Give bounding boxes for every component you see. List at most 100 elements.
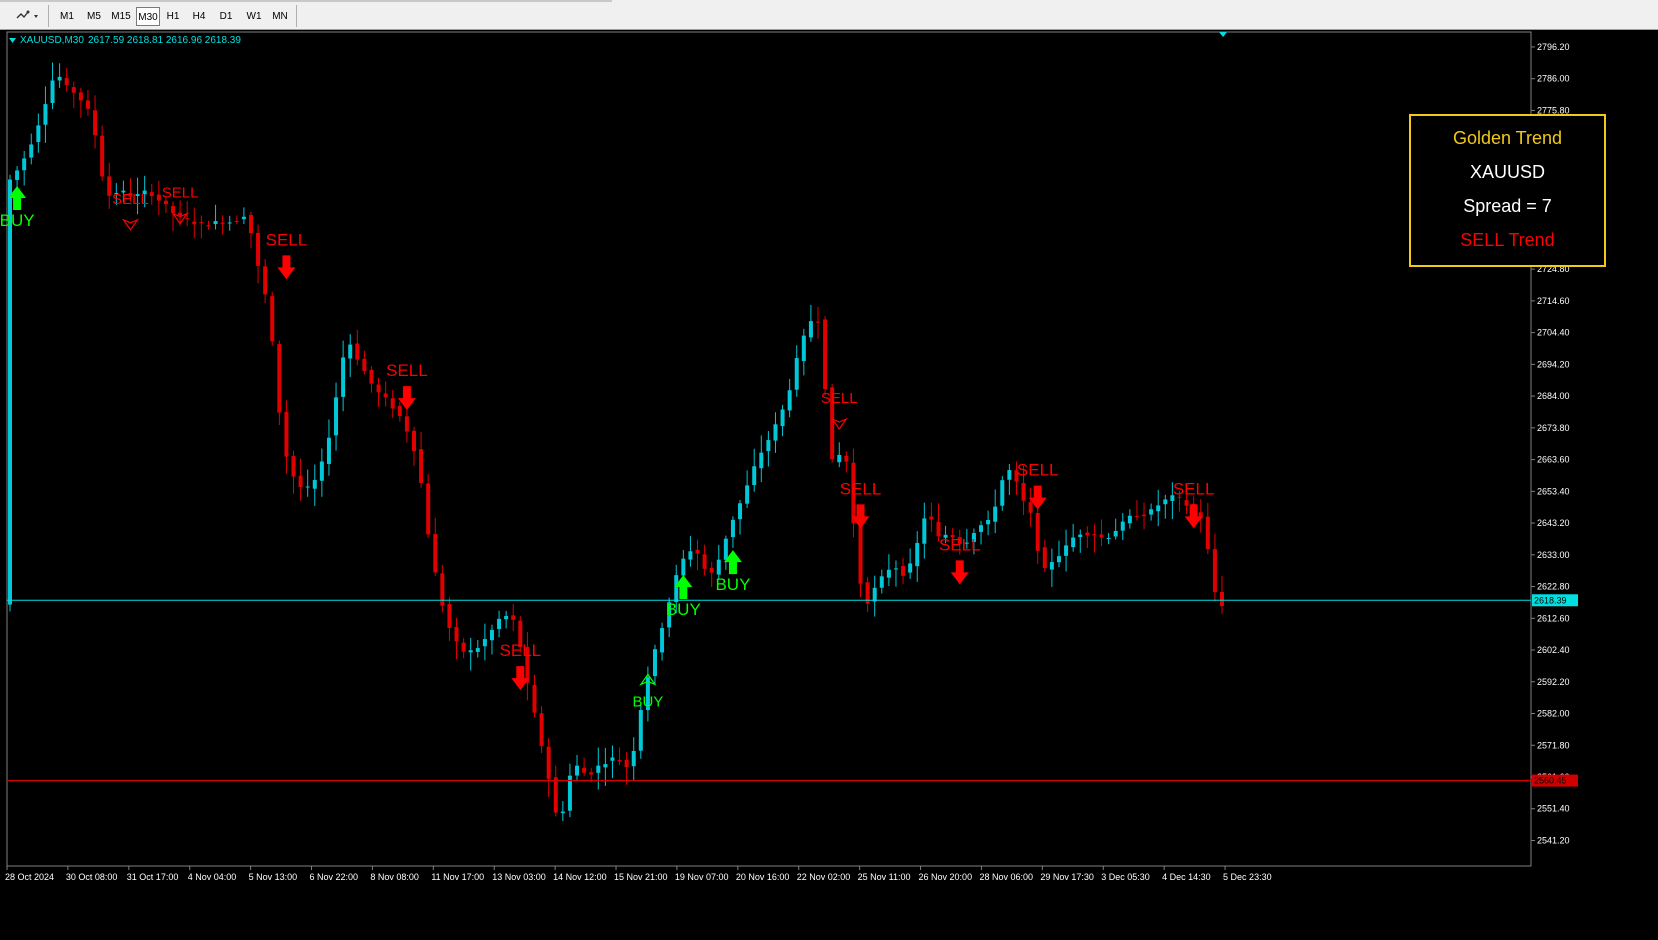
sell-hollow-arrow-icon: [121, 218, 140, 231]
candle-body: [1042, 547, 1047, 569]
candle-body: [85, 100, 90, 109]
x-tick-label: 8 Nov 08:00: [370, 872, 419, 882]
y-tick-label: 2612.60: [1537, 613, 1570, 623]
candle-body: [816, 321, 820, 323]
candle-body: [787, 390, 792, 411]
candle-body: [745, 485, 750, 504]
candle-body: [681, 558, 686, 576]
candle-body: [497, 618, 502, 629]
candle-body: [29, 144, 34, 158]
timeframe-d1-button[interactable]: D1: [213, 7, 239, 26]
candle-body: [837, 454, 842, 463]
panel-spread: Spread = 7: [1463, 196, 1552, 216]
toolbar-separator: [296, 5, 297, 27]
sell-signal-label: SELL: [162, 185, 199, 202]
timeframe-h4-button[interactable]: H4: [187, 7, 211, 26]
timeframe-m5-button[interactable]: M5: [82, 7, 106, 26]
candle-body: [50, 80, 55, 104]
x-tick-label: 11 Nov 17:00: [431, 872, 484, 882]
sell-signal-label: SELL: [1017, 461, 1059, 480]
candle-body: [178, 212, 183, 216]
x-tick-label: 31 Oct 17:00: [127, 872, 179, 882]
candle-body: [404, 416, 409, 432]
candle-body: [1021, 483, 1026, 501]
candle-body: [879, 576, 884, 588]
x-tick-label: 3 Dec 05:30: [1101, 872, 1150, 882]
candle-body: [773, 424, 778, 441]
candle-body: [702, 554, 707, 569]
candle-body: [298, 475, 303, 488]
candle-body: [1163, 499, 1168, 505]
x-tick-label: 5 Dec 23:30: [1223, 872, 1272, 882]
candle-body: [638, 710, 643, 751]
candle-body: [539, 713, 544, 747]
timeframe-m15-button[interactable]: M15: [107, 7, 135, 26]
y-tick-label: 2684.00: [1537, 391, 1570, 401]
sell-signal-label: SELL: [112, 191, 149, 208]
x-tick-label: 28 Oct 2024: [5, 872, 54, 882]
candle-body: [922, 518, 927, 544]
candle-body: [1142, 514, 1147, 517]
drawing-tools-icon[interactable]: [15, 8, 41, 24]
candle-body: [171, 206, 176, 213]
panel-trend: SELL Trend: [1460, 230, 1555, 250]
timeframe-m1-button[interactable]: M1: [55, 7, 79, 26]
candle-body: [1092, 534, 1097, 536]
candle-body: [43, 104, 48, 125]
candle-body: [213, 221, 218, 225]
candle-body: [1149, 509, 1154, 515]
candle-body: [1134, 516, 1139, 518]
x-tick-label: 30 Oct 08:00: [66, 872, 118, 882]
candle-body: [780, 409, 785, 427]
x-tick-label: 19 Nov 07:00: [675, 872, 729, 882]
buy-signal-label: BUY: [0, 211, 35, 230]
candle-body: [589, 772, 594, 775]
collapse-triangle-icon[interactable]: [9, 37, 17, 45]
candle-body: [468, 650, 473, 653]
candle-body: [1000, 480, 1005, 506]
candle-body: [766, 440, 771, 452]
chart-area[interactable]: BUY SELL SELL SELL SELL SELL BUY BUY BUY SELL SELL…: [0, 30, 1658, 940]
candle-body: [886, 569, 891, 578]
candle-body: [248, 214, 253, 234]
x-tick-label: 4 Dec 14:30: [1162, 872, 1211, 882]
candle-body: [901, 565, 906, 576]
y-tick-label: 2643.20: [1537, 518, 1570, 528]
y-tick-label: 2704.40: [1537, 328, 1570, 338]
x-tick-label: 6 Nov 22:00: [310, 872, 359, 882]
x-tick-label: 5 Nov 13:00: [249, 872, 298, 882]
candle-body: [312, 479, 317, 489]
candle-body: [227, 222, 232, 224]
candle-body: [185, 218, 190, 220]
candle-body: [631, 750, 636, 767]
candle-body: [723, 538, 728, 560]
candle-body: [1099, 534, 1104, 538]
toolbar: M1 M5 M15 M30 H1 H4 D1 W1 MN: [0, 0, 1658, 30]
candle-body: [426, 483, 431, 535]
y-tick-label: 2663.60: [1537, 455, 1570, 465]
chart-shift-marker-icon[interactable]: [1219, 32, 1227, 37]
timeframe-mn-button[interactable]: MN: [267, 7, 293, 26]
candle-body: [575, 765, 580, 776]
candle-body: [22, 158, 27, 171]
timeframe-h1-button[interactable]: H1: [161, 7, 185, 26]
candle-body: [979, 525, 984, 532]
candle-body: [1078, 534, 1083, 538]
buy-signal-label: BUY: [632, 693, 663, 710]
candle-body: [1071, 537, 1076, 548]
candle-body: [603, 764, 608, 768]
chart-ohlc: 2617.59 2618.81 2616.96 2618.39: [88, 35, 241, 46]
candle-body: [305, 486, 310, 488]
candle-body: [475, 648, 480, 652]
candle-body: [1007, 470, 1012, 480]
chart-symbol: XAUUSD,M30: [20, 35, 84, 46]
buy-signal-label: BUY: [715, 575, 750, 594]
timeframe-m30-button[interactable]: M30: [136, 7, 160, 26]
candle-body: [383, 393, 388, 398]
candle-body: [730, 519, 735, 538]
candle-body: [652, 649, 657, 677]
y-tick-label: 2633.00: [1537, 550, 1570, 560]
candle-body: [709, 568, 714, 573]
y-tick-label: 2551.40: [1537, 804, 1570, 814]
timeframe-w1-button[interactable]: W1: [241, 7, 267, 26]
